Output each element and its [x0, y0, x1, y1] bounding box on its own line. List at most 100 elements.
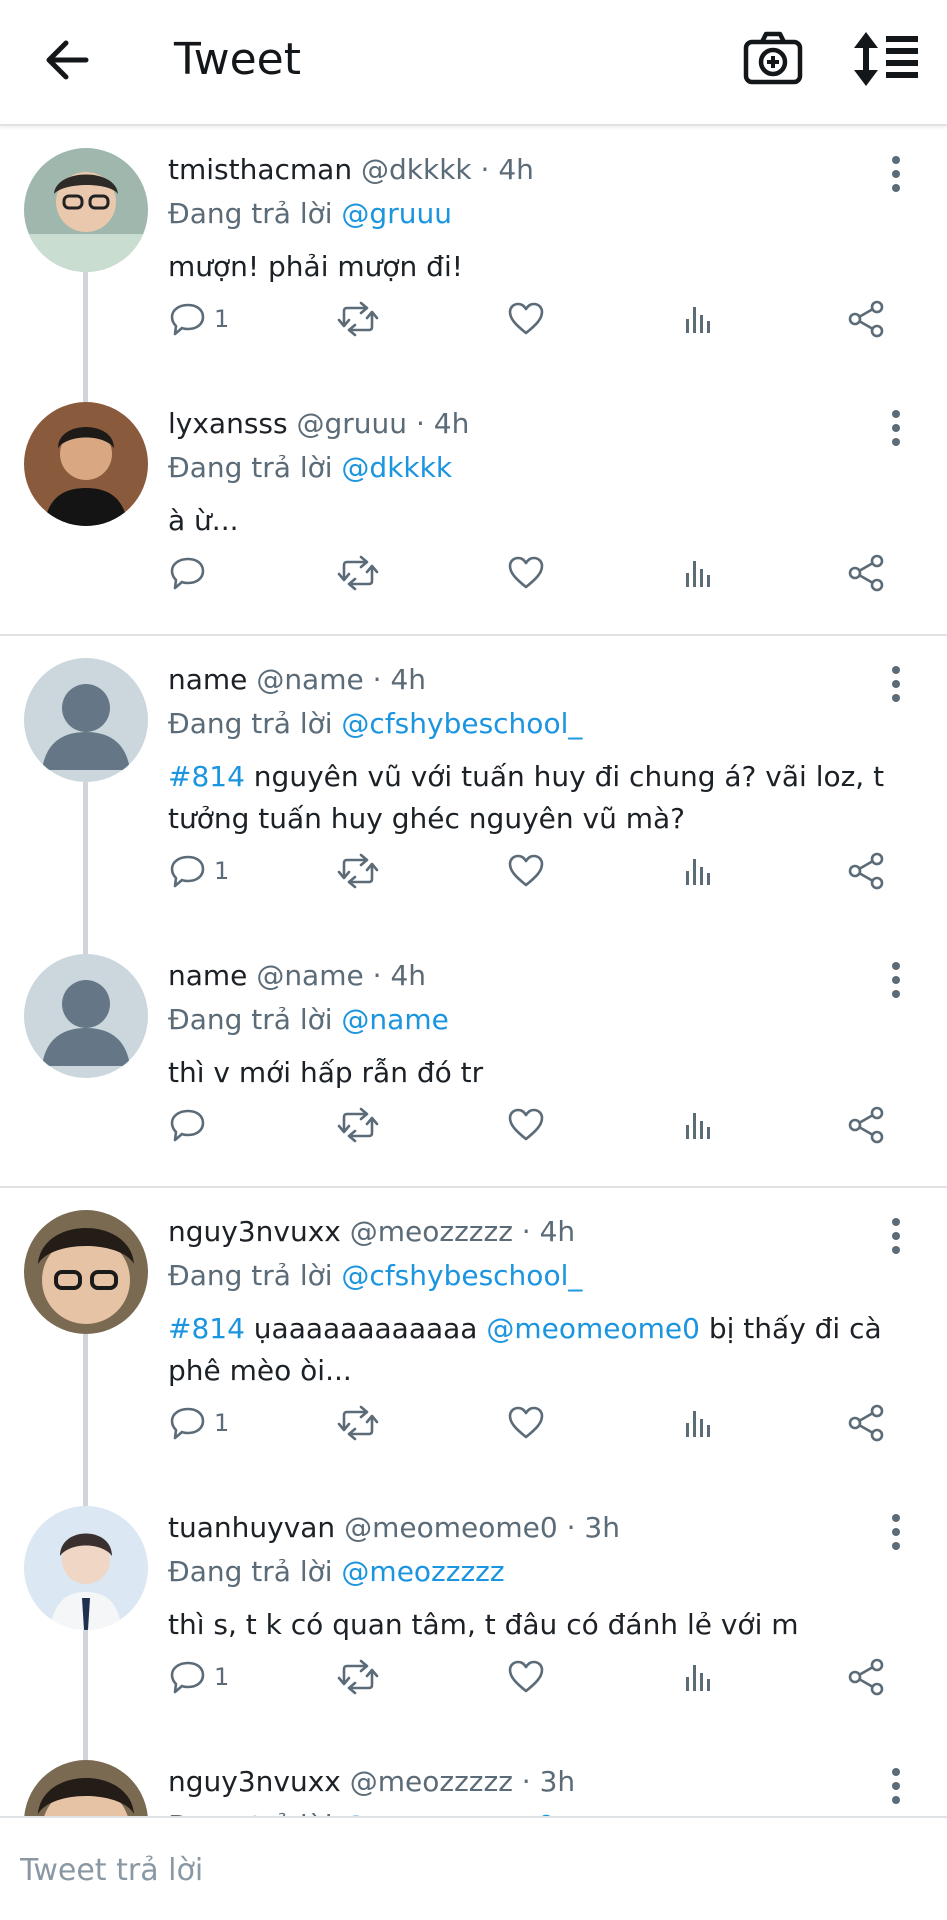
tweet[interactable]: tuanhuyvan @meomeome0 · 3h Đang trả lời @… [0, 1486, 947, 1740]
retweet-button[interactable] [336, 294, 380, 344]
sort-list-icon[interactable] [852, 26, 922, 92]
more-options-icon[interactable] [878, 1764, 914, 1808]
avatar[interactable] [24, 402, 148, 526]
username[interactable]: nguy3nvuxx [168, 1215, 341, 1248]
avatar[interactable] [24, 1760, 148, 1816]
analytics-button[interactable] [678, 1398, 718, 1448]
tweet[interactable]: name @name · 4h Đang trả lời @cfshybescho… [0, 638, 947, 934]
like-button[interactable] [506, 1100, 546, 1150]
share-button[interactable] [846, 846, 886, 896]
username[interactable]: name [168, 959, 247, 992]
avatar[interactable] [24, 1210, 148, 1334]
back-arrow-icon[interactable] [38, 30, 98, 90]
timestamp: 4h [390, 959, 426, 992]
replying-to: Đang trả lời @gruuu [168, 194, 452, 234]
retweet-button[interactable] [336, 1100, 380, 1150]
reply-to-mention[interactable]: @cfshybeschool_ [341, 707, 582, 740]
avatar[interactable] [24, 954, 148, 1078]
share-button[interactable] [846, 1398, 886, 1448]
tweet[interactable]: nguy3nvuxx @meozzzzz · 3h Đang trả lời @m… [0, 1740, 947, 1816]
more-options-icon[interactable] [878, 662, 914, 706]
username[interactable]: tmisthacman [168, 153, 352, 186]
analytics-button[interactable] [678, 846, 718, 896]
hashtag-link[interactable]: #814 [168, 1312, 245, 1345]
avatar[interactable] [24, 148, 148, 272]
share-button[interactable] [846, 294, 886, 344]
like-button[interactable] [506, 294, 546, 344]
username[interactable]: name [168, 663, 247, 696]
avatar[interactable] [24, 658, 148, 782]
like-button[interactable] [506, 548, 546, 598]
user-handle[interactable]: @name [256, 663, 363, 696]
reply-button[interactable]: 1 [168, 846, 229, 896]
username[interactable]: nguy3nvuxx [168, 1765, 341, 1798]
heart-icon [506, 1657, 546, 1697]
user-handle[interactable]: @meozzzzz [350, 1765, 513, 1798]
page-title: Tweet [174, 34, 301, 85]
reply-button[interactable]: 1 [168, 1398, 229, 1448]
reply-button[interactable] [168, 548, 214, 598]
reply-button[interactable]: 1 [168, 294, 229, 344]
username[interactable]: lyxansss [168, 407, 288, 440]
analytics-button[interactable] [678, 294, 718, 344]
retweet-button[interactable] [336, 548, 380, 598]
like-button[interactable] [506, 846, 546, 896]
timestamp: 3h [539, 1765, 576, 1798]
reply-to-mention[interactable]: @name [341, 1003, 448, 1036]
tweet[interactable]: name @name · 4h Đang trả lời @name thì v m… [0, 934, 947, 1188]
reply-button[interactable] [168, 1100, 214, 1150]
user-handle[interactable]: @meomeome0 [344, 1511, 558, 1544]
bar-chart-icon [678, 553, 718, 593]
tweet-header: tuanhuyvan @meomeome0 · 3h [168, 1508, 620, 1548]
analytics-button[interactable] [678, 1100, 718, 1150]
retweet-button[interactable] [336, 1652, 380, 1702]
share-button[interactable] [846, 548, 886, 598]
reply-to-mention[interactable]: @cfshybeschool_ [341, 1259, 582, 1292]
tweet-text-segment: ụaaaaaaaaaaaa [244, 1312, 487, 1345]
hashtag-link[interactable]: #814 [168, 760, 245, 793]
reply-tweet-input[interactable] [20, 1838, 920, 1902]
thread-line [83, 1740, 88, 1760]
more-options-icon[interactable] [878, 406, 914, 450]
reply-to-mention[interactable]: @meozzzzz [341, 1555, 504, 1588]
tweet[interactable]: tmisthacman @dkkkk · 4h Đang trả lời @gru… [0, 128, 947, 382]
retweet-icon [336, 553, 380, 593]
analytics-button[interactable] [678, 548, 718, 598]
tweet-header: name @name · 4h [168, 956, 426, 996]
more-options-icon[interactable] [878, 152, 914, 196]
like-button[interactable] [506, 1652, 546, 1702]
reply-button[interactable]: 1 [168, 1652, 229, 1702]
analytics-button[interactable] [678, 1652, 718, 1702]
share-icon [846, 851, 886, 891]
reply-to-mention[interactable]: @meomeome0 [341, 1809, 555, 1816]
avatar[interactable] [24, 1506, 148, 1630]
retweet-button[interactable] [336, 1398, 380, 1448]
like-button[interactable] [506, 1398, 546, 1448]
reply-to-mention[interactable]: @gruuu [341, 197, 452, 230]
retweet-button[interactable] [336, 846, 380, 896]
more-options-icon[interactable] [878, 958, 914, 1002]
timestamp: 3h [584, 1511, 620, 1544]
mention-link[interactable]: @meomeome0 [486, 1312, 700, 1345]
user-handle[interactable]: @meozzzzz [350, 1215, 513, 1248]
more-options-icon[interactable] [878, 1510, 914, 1554]
reply-to-mention[interactable]: @dkkkk [341, 451, 452, 484]
camera-plus-icon[interactable] [740, 26, 806, 92]
heart-icon [506, 1105, 546, 1145]
reply-count: 1 [214, 857, 230, 885]
reply-count: 1 [214, 1663, 230, 1691]
replies-feed[interactable]: tmisthacman @dkkkk · 4h Đang trả lời @gru… [0, 128, 947, 1816]
user-handle[interactable]: @name [256, 959, 363, 992]
username[interactable]: tuanhuyvan [168, 1511, 335, 1544]
tweet[interactable]: lyxansss @gruuu · 4h Đang trả lời @dkkkk à… [0, 382, 947, 636]
user-handle[interactable]: @gruuu [297, 407, 408, 440]
replying-to-label: Đang trả lời [168, 1003, 333, 1036]
share-button[interactable] [846, 1100, 886, 1150]
replying-to-label: Đang trả lời [168, 707, 333, 740]
user-handle[interactable]: @dkkkk [361, 153, 472, 186]
more-options-icon[interactable] [878, 1214, 914, 1258]
tweet[interactable]: nguy3nvuxx @meozzzzz · 4h Đang trả lời @c… [0, 1190, 947, 1486]
share-button[interactable] [846, 1652, 886, 1702]
top-bar: Tweet [0, 0, 947, 126]
bar-chart-icon [678, 1657, 718, 1697]
